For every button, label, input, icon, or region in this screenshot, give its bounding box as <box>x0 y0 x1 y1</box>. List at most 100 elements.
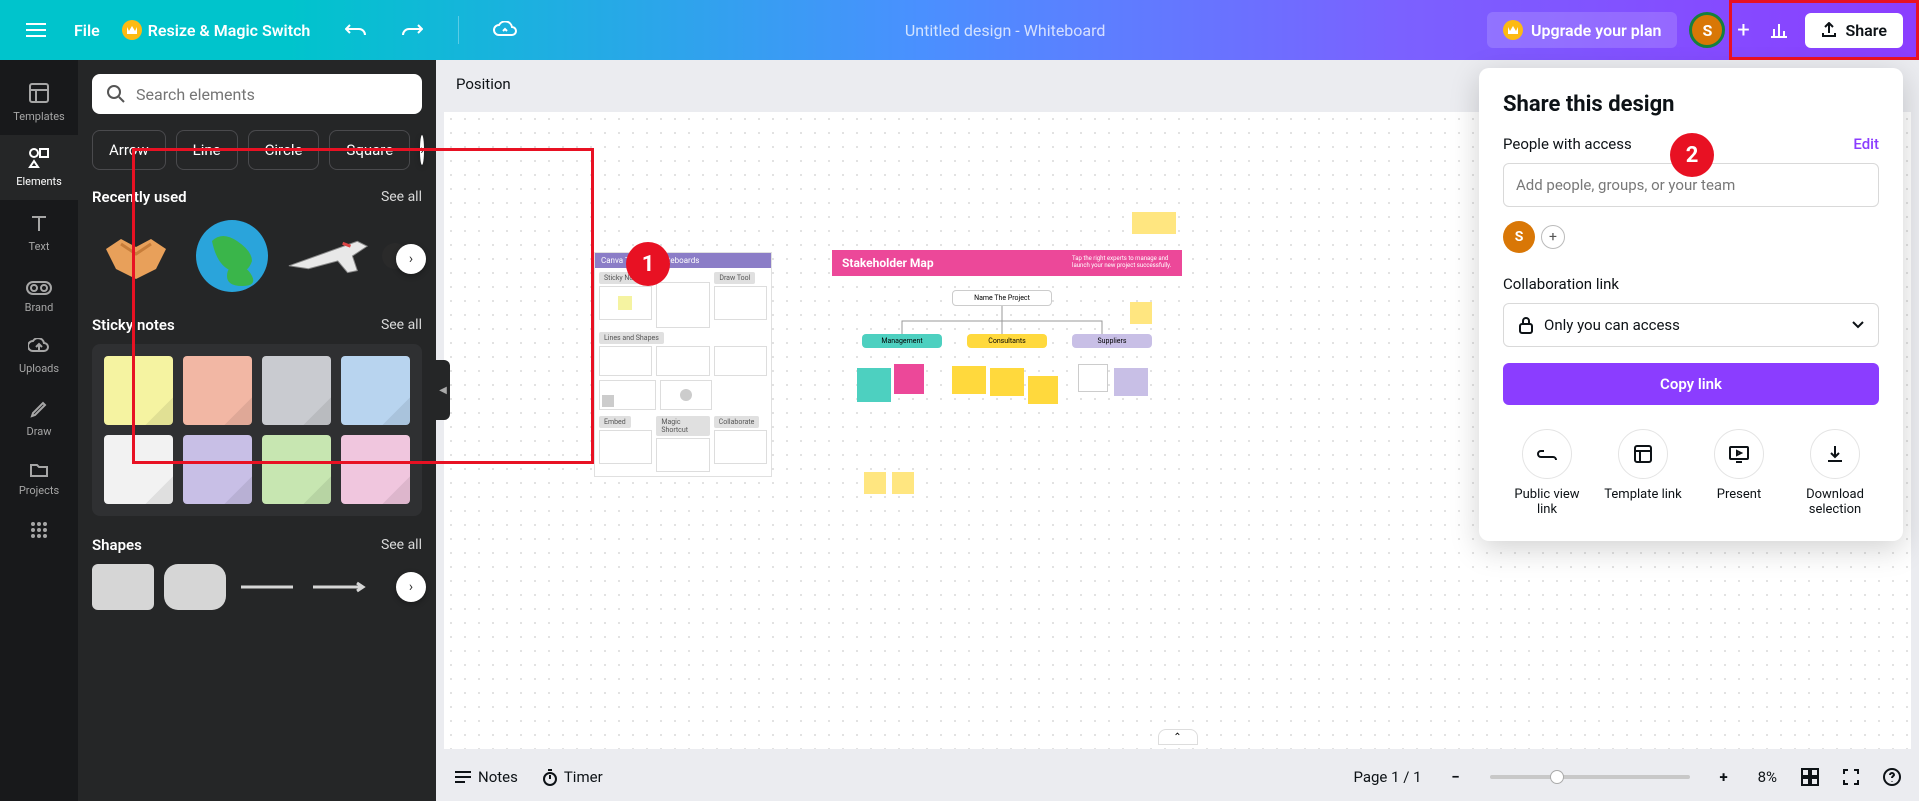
branch-node[interactable]: Management <box>862 334 942 348</box>
shape-arrow[interactable] <box>308 564 370 610</box>
timer-button[interactable]: Timer <box>542 768 603 786</box>
public-view-link-option[interactable]: Public view link <box>1503 429 1591 517</box>
document-title[interactable]: Untitled design - Whiteboard <box>523 21 1487 40</box>
sticky-small[interactable] <box>1028 376 1058 404</box>
shape-line[interactable] <box>236 564 298 610</box>
grid-view-icon[interactable] <box>1801 768 1819 786</box>
recent-airplane-icon[interactable] <box>284 216 372 296</box>
sticky-small[interactable] <box>894 364 924 394</box>
stakeholder-title: Stakeholder Map Tap the right experts to… <box>832 250 1182 276</box>
cloud-sync-icon[interactable] <box>487 12 523 48</box>
hamburger-icon[interactable] <box>16 10 56 50</box>
help-icon[interactable] <box>1883 768 1901 786</box>
sticky-loose[interactable] <box>1130 302 1152 324</box>
recent-title: Recently used <box>92 188 187 206</box>
rail-label: Uploads <box>19 362 59 375</box>
zoom-level[interactable]: 8% <box>1758 768 1777 786</box>
shapes-scroll-right-icon[interactable]: › <box>396 572 426 602</box>
rail-brand[interactable]: Brand <box>0 265 78 326</box>
zoom-handle[interactable] <box>1550 770 1564 784</box>
access-select[interactable]: Only you can access <box>1503 303 1879 347</box>
recent-scroll-right-icon[interactable]: › <box>396 244 426 274</box>
notes-button[interactable]: Notes <box>454 768 518 786</box>
download-option[interactable]: Download selection <box>1791 429 1879 517</box>
search-input[interactable] <box>136 85 408 104</box>
shape-rounded[interactable] <box>164 564 226 610</box>
page-expand-icon[interactable]: ⌃ <box>1158 729 1198 745</box>
branch-node[interactable]: Suppliers <box>1072 334 1152 348</box>
shapes-title: Shapes <box>92 536 142 554</box>
rail-draw[interactable]: Draw <box>0 387 78 450</box>
tips-section: Embed <box>599 416 631 428</box>
recent-row: › <box>92 216 422 296</box>
sticky-loose[interactable] <box>892 472 914 494</box>
undo-icon[interactable] <box>338 12 374 48</box>
search-input-wrap[interactable] <box>92 74 422 114</box>
present-option[interactable]: Present <box>1695 429 1783 517</box>
sticky-note[interactable] <box>341 356 410 425</box>
rail-text[interactable]: Text <box>0 200 78 265</box>
sticky-note[interactable] <box>183 435 252 504</box>
fullscreen-icon[interactable] <box>1843 769 1859 785</box>
sticky-note[interactable] <box>262 435 331 504</box>
redo-icon[interactable] <box>394 12 430 48</box>
sticky-title: Sticky notes <box>92 316 175 334</box>
sticky-loose[interactable] <box>1154 212 1176 234</box>
chip-circle[interactable]: Circle <box>248 130 320 170</box>
rail-projects[interactable]: Projects <box>0 450 78 509</box>
sticky-loose[interactable] <box>864 472 886 494</box>
recent-handshake-icon[interactable] <box>92 216 180 296</box>
chips-scroll-right-icon[interactable]: › <box>420 135 424 165</box>
sticky-note[interactable] <box>341 435 410 504</box>
download-icon <box>1827 445 1843 463</box>
zoom-in-icon[interactable]: + <box>1714 768 1734 786</box>
share-button[interactable]: Share <box>1805 13 1903 48</box>
branch-node[interactable]: Consultants <box>967 334 1047 348</box>
sticky-loose[interactable] <box>1132 212 1154 234</box>
position-button[interactable]: Position <box>456 75 511 93</box>
share-avatar[interactable]: S <box>1503 221 1535 253</box>
sticky-note[interactable] <box>262 356 331 425</box>
recent-see-all[interactable]: See all <box>381 189 422 205</box>
add-person-icon[interactable]: + <box>1541 225 1565 249</box>
tips-section: Magic Shortcut <box>656 416 709 436</box>
file-menu[interactable]: File <box>74 21 100 40</box>
chip-line[interactable]: Line <box>176 130 238 170</box>
sticky-note[interactable] <box>104 435 173 504</box>
recent-section-head: Recently used See all <box>92 188 422 206</box>
zoom-out-icon[interactable]: − <box>1446 768 1466 786</box>
stakeholder-card[interactable]: Stakeholder Map Tap the right experts to… <box>832 250 1182 446</box>
analytics-icon[interactable] <box>1761 12 1797 48</box>
rail-label: Draw <box>27 425 52 438</box>
sticky-small[interactable] <box>1114 368 1148 396</box>
copy-link-button[interactable]: Copy link <box>1503 363 1879 405</box>
panel-collapse-icon[interactable]: ◀ <box>436 360 450 420</box>
sticky-note[interactable] <box>104 356 173 425</box>
template-link-option[interactable]: Template link <box>1599 429 1687 517</box>
rail-elements[interactable]: Elements <box>0 135 78 200</box>
sticky-see-all[interactable]: See all <box>381 317 422 333</box>
add-collaborator-icon[interactable]: + <box>1725 12 1761 48</box>
shapes-see-all[interactable]: See all <box>381 537 422 553</box>
rail-apps[interactable] <box>0 509 78 551</box>
rail-templates[interactable]: Templates <box>0 70 78 135</box>
chip-arrow[interactable]: Arrow <box>92 130 166 170</box>
resize-button[interactable]: Resize & Magic Switch <box>122 20 311 40</box>
zoom-slider[interactable] <box>1490 775 1690 779</box>
tips-card[interactable]: Canva Tips for Whiteboards Sticky Notes … <box>594 252 772 477</box>
user-avatar[interactable]: S <box>1689 12 1725 48</box>
sticky-note[interactable] <box>183 356 252 425</box>
recent-globe-icon[interactable] <box>188 216 276 296</box>
sticky-small[interactable] <box>990 368 1024 396</box>
share-panel-title: Share this design <box>1503 92 1879 117</box>
rail-uploads[interactable]: Uploads <box>0 326 78 387</box>
bottom-bar: Notes Timer Page 1 / 1 − + 8% <box>436 753 1919 801</box>
shape-square[interactable] <box>92 564 154 610</box>
edit-access-link[interactable]: Edit <box>1853 135 1879 153</box>
chip-square[interactable]: Square <box>329 130 410 170</box>
sticky-small[interactable] <box>952 366 986 394</box>
sticky-small[interactable] <box>1078 364 1108 392</box>
sticky-small[interactable] <box>857 368 891 402</box>
upgrade-button[interactable]: Upgrade your plan <box>1487 12 1678 48</box>
crown-icon <box>122 20 142 40</box>
